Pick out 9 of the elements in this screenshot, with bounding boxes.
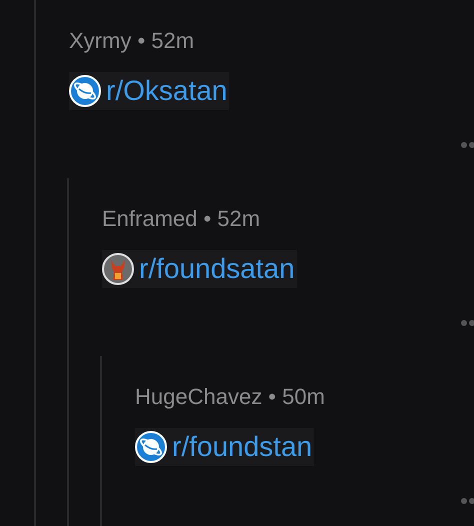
comment-meta: Enframed • 52m (102, 205, 262, 233)
more-icon[interactable] (460, 141, 474, 149)
more-icon[interactable] (460, 497, 474, 505)
more-icon[interactable] (460, 319, 474, 327)
comment-meta: Xyrmy • 52m (69, 27, 196, 55)
avatar-icon (102, 253, 134, 285)
planet-icon (135, 431, 167, 463)
planet-icon (69, 75, 101, 107)
comment-meta: HugeChavez • 50m (135, 383, 326, 411)
